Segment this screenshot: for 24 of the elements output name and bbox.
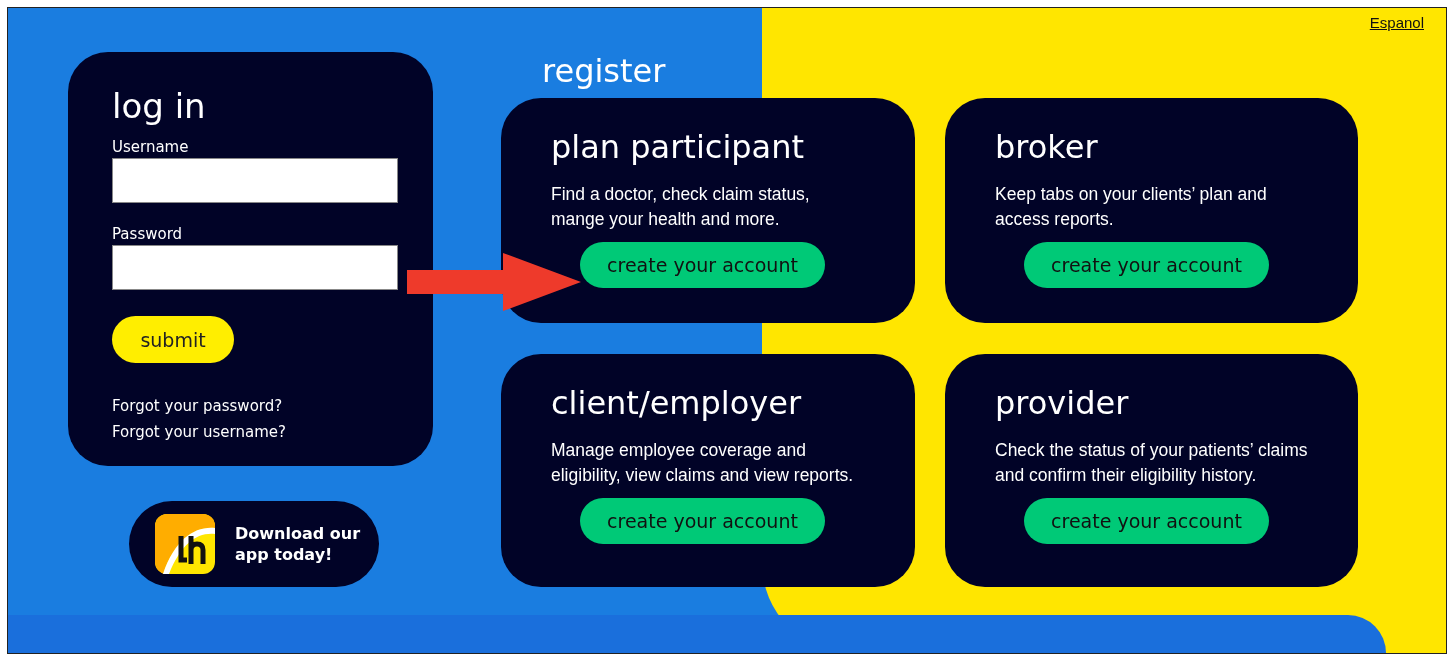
register-title: register [542, 52, 666, 90]
create-account-button[interactable]: create your account [580, 242, 825, 288]
language-link[interactable]: Espanol [1369, 14, 1424, 31]
card-title: plan participant [551, 128, 804, 166]
field-label: Password [112, 225, 183, 243]
app-download-button[interactable]: Download our app today! [129, 501, 379, 587]
forgot-link[interactable]: Forgot your username? [112, 423, 286, 441]
create-account-button[interactable]: create your account [1024, 498, 1269, 544]
input-field[interactable] [112, 245, 398, 290]
card-title: broker [995, 128, 1098, 166]
card-description: Manage employee coverage and eligibility, view claims and view reports. [551, 439, 855, 487]
card-description: Find a doctor, check claim status, mange your health and more. [551, 183, 811, 231]
login-title: log in [112, 86, 207, 126]
create-account-button[interactable]: create your account [580, 498, 825, 544]
card-description: Keep tabs on your clients’ plan and access reports. [995, 183, 1268, 231]
create-account-button[interactable]: create your account [1024, 242, 1269, 288]
card-title: provider [995, 384, 1129, 422]
forgot-link[interactable]: Forgot your password? [112, 397, 283, 415]
card-description: Check the status of your patients’ claims and confirm their eligibility history. [995, 439, 1309, 487]
app-logo-icon [155, 514, 215, 574]
field-label: Username [112, 138, 189, 156]
input-field[interactable] [112, 158, 398, 203]
submit-button[interactable]: submit [112, 316, 234, 363]
card-title: client/employer [551, 384, 802, 422]
